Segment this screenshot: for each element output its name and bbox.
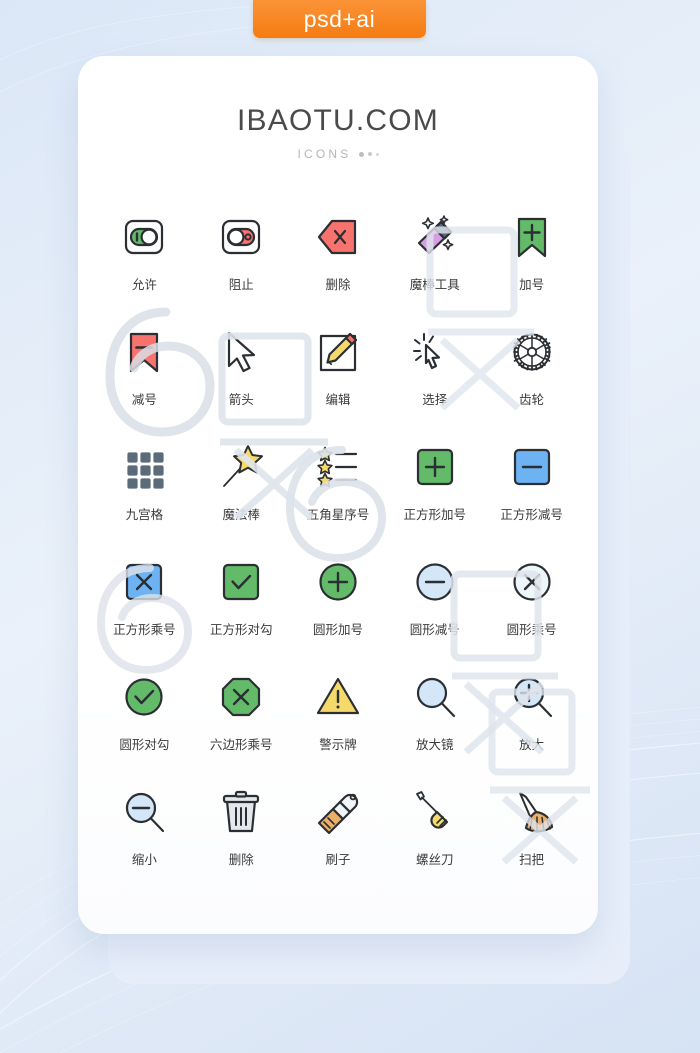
icon-label: 正方形加号 [403, 507, 467, 522]
icon-cell-select-click[interactable]: 选择 [386, 323, 483, 418]
icon-label: 圆形减号 [409, 622, 460, 637]
icon-label: 放大镜 [416, 737, 454, 752]
icon-cell-broom[interactable]: 扫把 [483, 783, 580, 878]
icon-label: 删除 [228, 852, 254, 867]
trash-delete-icon[interactable] [210, 783, 272, 841]
card-header: IBAOTU.COM ICONS [78, 104, 598, 161]
square-plus-icon[interactable] [404, 438, 466, 496]
icon-label: 编辑 [325, 392, 351, 407]
icon-cell-hexagon-multiply[interactable]: 六边形乘号 [193, 668, 290, 763]
broom-icon[interactable] [501, 783, 563, 841]
icon-label: 扫把 [519, 852, 545, 867]
icon-cell-zoom-out[interactable]: 缩小 [96, 783, 193, 878]
icon-label: 六边形乘号 [209, 737, 273, 752]
icon-cell-square-minus[interactable]: 正方形减号 [483, 438, 580, 533]
icon-cell-gear[interactable]: 齿轮 [483, 323, 580, 418]
delete-tag-icon[interactable] [307, 208, 369, 266]
dots-icon [358, 151, 379, 157]
icon-cell-square-check[interactable]: 正方形对勾 [193, 553, 290, 648]
icon-cell-trash-delete[interactable]: 删除 [193, 783, 290, 878]
icon-label: 五角星序号 [306, 507, 370, 522]
nine-grid-icon[interactable] [113, 438, 175, 496]
icon-cell-warning-sign[interactable]: 警示牌 [290, 668, 387, 763]
square-check-icon[interactable] [210, 553, 272, 611]
arrow-cursor-icon[interactable] [210, 323, 272, 381]
icon-label: 阻止 [228, 277, 254, 292]
icon-cell-square-plus[interactable]: 正方形加号 [386, 438, 483, 533]
icon-cell-magic-stick[interactable]: 魔法棒 [193, 438, 290, 533]
icon-cell-screwdriver[interactable]: 螺丝刀 [386, 783, 483, 878]
edit-pencil-icon[interactable] [307, 323, 369, 381]
icon-cell-arrow-cursor[interactable]: 箭头 [193, 323, 290, 418]
icon-label: 魔法棒 [222, 507, 260, 522]
allow-toggle-icon[interactable] [113, 208, 175, 266]
icon-label: 删除 [325, 277, 351, 292]
circle-minus-icon[interactable] [404, 553, 466, 611]
icon-cell-allow-toggle[interactable]: 允许 [96, 208, 193, 303]
icon-cell-square-multiply[interactable]: 正方形乘号 [96, 553, 193, 648]
icon-cell-zoom-in[interactable]: 放大 [483, 668, 580, 763]
icon-label: 齿轮 [519, 392, 545, 407]
icon-label: 圆形对勾 [119, 737, 170, 752]
icon-label: 缩小 [131, 852, 157, 867]
icon-label: 加号 [519, 277, 545, 292]
icon-cell-circle-multiply[interactable]: 圆形乘号 [483, 553, 580, 648]
icon-cell-edit-pencil[interactable]: 编辑 [290, 323, 387, 418]
circle-check-icon[interactable] [113, 668, 175, 726]
icon-label: 刷子 [325, 852, 351, 867]
icon-label: 选择 [422, 392, 448, 407]
icon-cell-star-ordered-list[interactable]: 五角星序号 [290, 438, 387, 533]
warning-sign-icon[interactable] [307, 668, 369, 726]
subtitle-text: ICONS [297, 147, 352, 161]
icon-label: 正方形乘号 [113, 622, 176, 637]
minus-bookmark-icon[interactable] [113, 323, 175, 381]
icon-grid: 允许 阻止 删除 魔棒工具 加号 减号 箭头 编辑 选择 齿轮 九宫格 魔法棒 五角星序号 正方形加号 正方… [96, 208, 580, 878]
select-click-icon[interactable] [404, 323, 466, 381]
circle-multiply-icon[interactable] [501, 553, 563, 611]
icon-label: 魔棒工具 [409, 277, 460, 292]
circle-plus-icon[interactable] [307, 553, 369, 611]
plus-bookmark-icon[interactable] [501, 208, 563, 266]
magic-stick-icon[interactable] [210, 438, 272, 496]
icon-label: 减号 [131, 392, 157, 407]
psd-ai-badge[interactable]: psd+ai [253, 0, 426, 38]
zoom-in-icon[interactable] [501, 668, 563, 726]
icon-cell-circle-check[interactable]: 圆形对勾 [96, 668, 193, 763]
magnifier-icon[interactable] [404, 668, 466, 726]
icon-label: 圆形加号 [312, 622, 363, 637]
gear-icon[interactable] [501, 323, 563, 381]
icon-set-card: IBAOTU.COM ICONS 允许 阻止 删除 魔棒工具 加号 减号 箭头 编辑 选择 齿轮九… [78, 56, 598, 934]
icon-label: 圆形乘号 [506, 622, 557, 637]
icon-cell-circle-plus[interactable]: 圆形加号 [290, 553, 387, 648]
magic-wand-tool-icon[interactable] [404, 208, 466, 266]
paint-brush-icon[interactable] [307, 783, 369, 841]
square-minus-icon[interactable] [501, 438, 563, 496]
icon-label: 放大 [519, 737, 545, 752]
page-title: IBAOTU.COM [236, 104, 439, 137]
icon-label: 警示牌 [319, 737, 357, 752]
icon-label: 九宫格 [125, 507, 164, 522]
icon-cell-nine-grid[interactable]: 九宫格 [96, 438, 193, 533]
icon-label: 箭头 [228, 392, 254, 407]
screwdriver-icon[interactable] [404, 783, 466, 841]
icon-cell-magic-wand-tool[interactable]: 魔棒工具 [386, 208, 483, 303]
icon-cell-magnifier[interactable]: 放大镜 [386, 668, 483, 763]
icon-cell-block-toggle[interactable]: 阻止 [193, 208, 290, 303]
icon-label: 正方形对勾 [209, 622, 273, 637]
icon-cell-plus-bookmark[interactable]: 加号 [483, 208, 580, 303]
zoom-out-icon[interactable] [113, 783, 175, 841]
page-subtitle: ICONS [78, 147, 598, 161]
square-multiply-icon[interactable] [113, 553, 175, 611]
star-ordered-list-icon[interactable] [307, 438, 369, 496]
icon-label: 正方形减号 [500, 507, 563, 522]
icon-cell-circle-minus[interactable]: 圆形减号 [386, 553, 483, 648]
icon-label: 允许 [131, 277, 157, 292]
icon-cell-minus-bookmark[interactable]: 减号 [96, 323, 193, 418]
block-toggle-icon[interactable] [210, 208, 272, 266]
hexagon-multiply-icon[interactable] [210, 668, 272, 726]
icon-label: 螺丝刀 [416, 852, 454, 867]
icon-cell-paint-brush[interactable]: 刷子 [290, 783, 387, 878]
icon-cell-delete-tag[interactable]: 删除 [290, 208, 387, 303]
